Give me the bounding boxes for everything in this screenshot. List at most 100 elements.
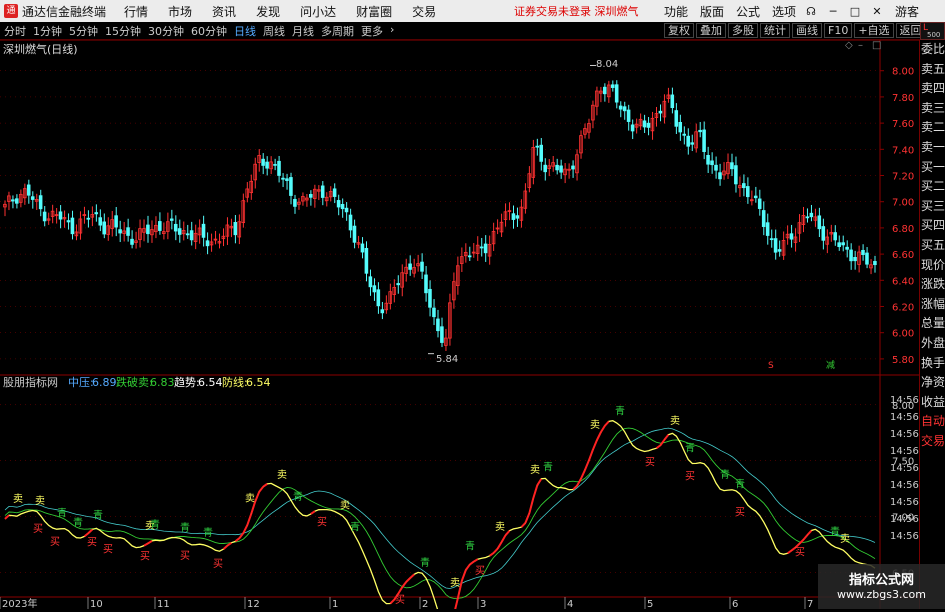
- menu-item-ask[interactable]: 问小达: [300, 3, 336, 20]
- sidebar-item[interactable]: 现价: [920, 256, 945, 276]
- minimize-icon[interactable]: ─: [826, 5, 840, 18]
- candle-body: [535, 145, 540, 148]
- indicator-value-2: 6.83: [150, 376, 175, 389]
- candle-body: [173, 223, 178, 232]
- candle-body: [360, 243, 365, 253]
- sidebar-item[interactable]: 卖五: [920, 60, 945, 80]
- candle-body: [436, 318, 440, 332]
- candle-body: [817, 215, 822, 230]
- kline-chart[interactable]: 卖卖青青青卖青青青卖卖青卖青青卖青卖卖 青卖青卖青青青青卖买买 买买买 买买买买买买买…: [0, 39, 919, 612]
- candle-body: [118, 229, 122, 234]
- sidebar-item[interactable]: 自动: [920, 412, 945, 432]
- sidebar-item[interactable]: 净资: [920, 373, 945, 393]
- sidebar-item[interactable]: 卖四: [920, 79, 945, 99]
- time-tick-label: 14:56: [890, 531, 919, 542]
- indicator-label-3: 趋势:: [174, 376, 200, 389]
- headset-icon[interactable]: ☊: [804, 5, 818, 18]
- tab-more[interactable]: 更多: [361, 23, 383, 39]
- expand-icon[interactable]: □: [872, 40, 881, 51]
- sidebar-item[interactable]: [920, 491, 945, 511]
- menu-item-quotes[interactable]: 行情: [124, 3, 148, 20]
- sidebar-item[interactable]: 买五: [920, 236, 945, 256]
- candle-body: [273, 163, 277, 166]
- guest-login[interactable]: 游客: [895, 3, 919, 20]
- sidebar-item[interactable]: 买三: [920, 197, 945, 217]
- price-tick-label: 5.80: [892, 355, 914, 366]
- sidebar-item[interactable]: [920, 530, 945, 550]
- sidebar-item[interactable]: 买一: [920, 158, 945, 178]
- candle-body: [177, 228, 182, 235]
- close-icon[interactable]: ✕: [870, 5, 884, 18]
- sidebar-item[interactable]: 总量: [920, 314, 945, 334]
- sidebar-item[interactable]: 换手: [920, 354, 945, 374]
- sidebar-item[interactable]: 涨跌: [920, 275, 945, 295]
- sidebar-item[interactable]: 卖三: [920, 99, 945, 119]
- sidebar-item[interactable]: [920, 471, 945, 491]
- tool-overlay[interactable]: 叠加: [696, 23, 726, 38]
- sidebar-item[interactable]: 外盘: [920, 334, 945, 354]
- watermark: 指标公式网 www.zbgs3.com: [818, 564, 945, 609]
- menu-item-wealth[interactable]: 财富圈: [356, 3, 392, 20]
- sidebar-item[interactable]: 卖二: [920, 118, 945, 138]
- menu-item-market[interactable]: 市场: [168, 3, 192, 20]
- sidebar-item[interactable]: 买二: [920, 177, 945, 197]
- menu-item-news[interactable]: 资讯: [212, 3, 236, 20]
- menu-item-trade[interactable]: 交易: [412, 3, 436, 20]
- tool-stats[interactable]: 统计: [760, 23, 790, 38]
- candle-body: [718, 172, 722, 180]
- tab-multi-period[interactable]: 多周期: [321, 23, 354, 39]
- tool-adjust[interactable]: 复权: [664, 23, 694, 38]
- signal-label: 青: [350, 520, 360, 533]
- candle-body: [777, 249, 782, 252]
- chart-area[interactable]: 卖卖青青青卖青青青卖卖青卖青青卖青卖卖青卖青卖青青青青卖买买买买买买买买买买买买…: [0, 39, 919, 612]
- candle-body: [289, 177, 293, 196]
- sidebar-item[interactable]: [920, 510, 945, 530]
- tab-5min[interactable]: 5分钟: [69, 23, 98, 39]
- candle-body: [805, 216, 810, 219]
- app-window: { "app": {"title": "通达信金融终端", "notice": …: [0, 0, 945, 612]
- candle-body: [658, 110, 663, 114]
- login-notice[interactable]: 证券交易未登录 深圳燃气: [514, 3, 639, 19]
- sidebar-item[interactable]: 交易: [920, 432, 945, 452]
- tool-f10[interactable]: F10: [824, 23, 853, 38]
- tab-30min[interactable]: 30分钟: [148, 23, 184, 39]
- menu-item-options[interactable]: 选项: [772, 3, 796, 20]
- sidebar-item[interactable]: 收益: [920, 393, 945, 413]
- diamond-icon[interactable]: ◇: [845, 40, 853, 51]
- tool-multi-stock[interactable]: 多股: [728, 23, 758, 38]
- menu-item-function[interactable]: 功能: [664, 3, 688, 20]
- candle-body: [511, 213, 516, 220]
- menu-item-discover[interactable]: 发现: [256, 3, 280, 20]
- indicator-label-4: 防线:: [222, 375, 248, 389]
- signal-label: 青: [720, 468, 730, 481]
- maximize-icon[interactable]: □: [848, 5, 862, 18]
- candle-body: [58, 211, 63, 220]
- main-menu: 行情 市场 资讯 发现 问小达 财富圈 交易: [124, 3, 456, 20]
- sidebar-item[interactable]: 买四: [920, 216, 945, 236]
- sidebar-item[interactable]: [920, 451, 945, 471]
- tool-add-favorite[interactable]: +自选: [854, 23, 894, 38]
- tab-1min[interactable]: 1分钟: [33, 23, 62, 39]
- tab-15min[interactable]: 15分钟: [105, 23, 141, 39]
- menu-item-formula[interactable]: 公式: [736, 3, 760, 20]
- sidebar-item[interactable]: 涨幅: [920, 295, 945, 315]
- candle-body: [642, 120, 647, 128]
- candle-body: [742, 183, 746, 189]
- collapse-icon[interactable]: –: [858, 40, 863, 51]
- tool-draw[interactable]: 画线: [792, 23, 822, 38]
- time-tick-label: 14:56: [890, 514, 919, 525]
- tab-intraday[interactable]: 分时: [4, 23, 26, 39]
- candle-body: [646, 122, 651, 128]
- signal-label: 青: [465, 540, 475, 553]
- tab-daily[interactable]: 日线: [234, 23, 256, 39]
- buy-signal-label: 买: [50, 536, 60, 548]
- candle-body: [714, 164, 718, 171]
- sidebar-item[interactable]: 卖一: [920, 138, 945, 158]
- sidebar-item[interactable]: 委比: [920, 40, 945, 60]
- tab-weekly[interactable]: 周线: [263, 23, 285, 39]
- tab-monthly[interactable]: 月线: [292, 23, 314, 39]
- tab-60min[interactable]: 60分钟: [191, 23, 227, 39]
- signal-label: 青: [420, 556, 430, 569]
- menu-item-layout[interactable]: 版面: [700, 3, 724, 20]
- chevron-right-icon[interactable]: ›: [390, 23, 394, 39]
